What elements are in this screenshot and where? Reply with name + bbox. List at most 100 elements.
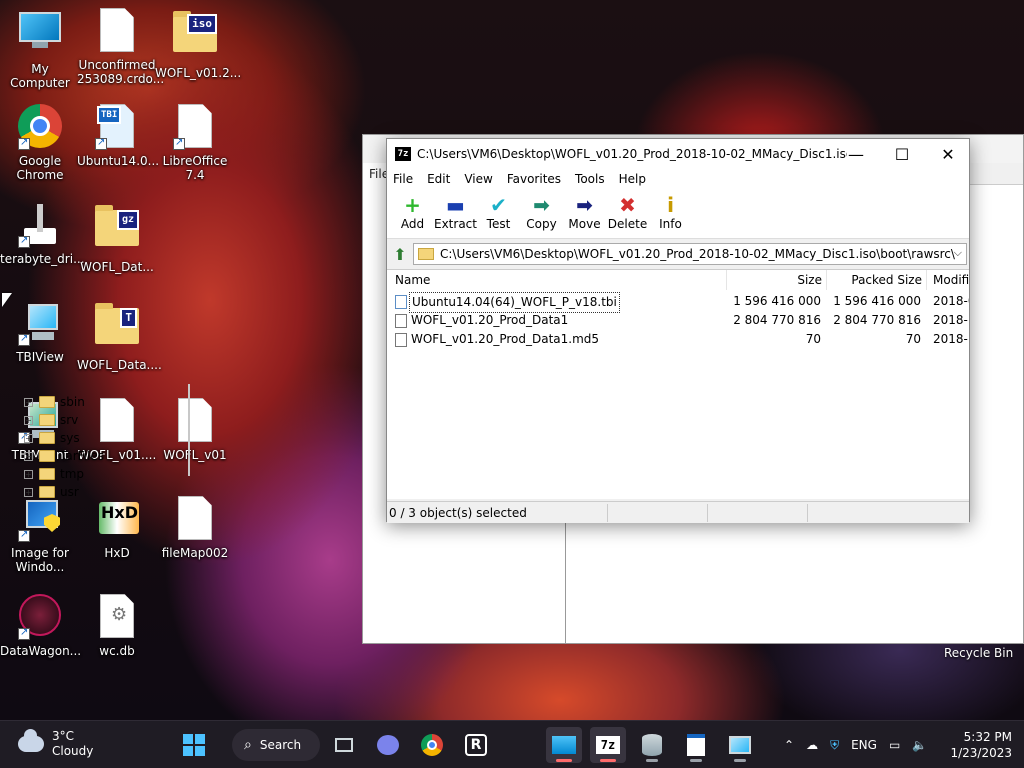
file-modified: 2018-0 — [933, 294, 969, 308]
delete-button[interactable]: ✖ Delete — [606, 189, 649, 238]
column-header-name[interactable]: Name — [387, 270, 727, 290]
weather-description: Cloudy — [52, 744, 94, 758]
tree-item[interactable]: + tmp — [24, 465, 194, 483]
weather-widget[interactable]: 3°C Cloudy — [18, 729, 93, 759]
add-button[interactable]: + Add — [391, 189, 434, 238]
expand-icon[interactable]: + — [24, 397, 33, 407]
info-button[interactable]: i Info — [649, 189, 692, 238]
file-row[interactable]: WOFL_v01.20_Prod_Data1 2 804 770 816 2 8… — [387, 311, 969, 330]
menu-help[interactable]: Help — [619, 172, 646, 186]
tbiview-taskbar-button[interactable] — [722, 727, 758, 763]
copy-button[interactable]: ➡ Copy — [520, 189, 563, 238]
menu-tools[interactable]: Tools — [575, 172, 605, 186]
tree-item[interactable]: + srv — [24, 411, 194, 429]
cloud-sync-icon[interactable]: ☁ — [806, 738, 818, 752]
desktop-icon-datawagon[interactable]: DataWagon... — [0, 594, 81, 658]
desktop-icon-terabyte[interactable]: terabyte_dri... — [0, 202, 85, 266]
chevron-up-icon[interactable]: ⌃ — [784, 738, 794, 752]
database-taskbar-button[interactable] — [634, 727, 670, 763]
chrome-taskbar-button[interactable] — [414, 727, 450, 763]
r-app-taskbar-button[interactable]: R — [458, 727, 494, 763]
recycle-bin-label[interactable]: Recycle Bin — [944, 646, 1013, 660]
desktop-icon-tbiview[interactable]: TBIView — [0, 300, 80, 364]
7zip-taskbar-button[interactable]: 7z — [590, 727, 626, 763]
tree-item[interactable]: + TarFiles — [24, 447, 194, 465]
file-list[interactable]: Name Size Packed Size Modifi Ubuntu14.04… — [387, 269, 969, 499]
desktop-icon-wofl-dat-gz[interactable]: gz WOFL_Dat... — [77, 202, 157, 274]
extract-button[interactable]: ▬ Extract — [434, 189, 477, 238]
desktop-icon-label: TBIView — [16, 350, 64, 364]
test-icon: ✔ — [490, 193, 507, 217]
menu-view[interactable]: View — [464, 172, 492, 186]
status-bar: 0 / 3 object(s) selected — [387, 501, 969, 523]
desktop-icon-wofl-iso[interactable]: iso WOFL_v01.2... — [155, 8, 242, 80]
column-header-size[interactable]: Size — [727, 270, 827, 290]
shield-icon[interactable]: ⛨ — [830, 738, 839, 753]
desktop-icon-hxd[interactable]: HxD HxD — [77, 496, 157, 560]
7zip-window[interactable]: 7z C:\Users\VM6\Desktop\WOFL_v01.20_Prod… — [386, 138, 970, 523]
file-row[interactable]: Ubuntu14.04(64)_WOFL_P_v18.tbi 1 596 416… — [387, 292, 969, 313]
address-input[interactable]: C:\Users\VM6\Desktop\WOFL_v01.20_Prod_20… — [413, 243, 967, 265]
chevron-down-icon[interactable]: ⌵ — [954, 246, 962, 260]
mouse-cursor-icon — [2, 293, 12, 307]
clock[interactable]: 5:32 PM 1/23/2023 — [950, 729, 1012, 761]
desktop-icon-google-chrome[interactable]: Google Chrome — [0, 104, 80, 182]
tree-item[interactable]: + usr — [24, 483, 194, 501]
toolbar: + Add ▬ Extract ✔ Test ➡ Copy ➡ Move ✖ Delete … — [387, 189, 969, 239]
expand-icon[interactable]: + — [24, 487, 33, 497]
weather-temperature: 3°C — [52, 729, 75, 743]
desktop-icon-ubuntu-tbi[interactable]: TBI Ubuntu14.0... — [77, 104, 159, 168]
move-button[interactable]: ➡ Move — [563, 189, 606, 238]
datawagon-icon — [18, 594, 62, 640]
menu-file[interactable]: File — [393, 172, 413, 186]
task-view-button[interactable] — [326, 727, 362, 763]
teams-chat-button[interactable] — [370, 727, 406, 763]
up-folder-button[interactable]: ⬆ — [387, 242, 413, 266]
search-button[interactable]: ⌕ Search — [232, 729, 320, 761]
desktop-icon-label: Image for Windo... — [11, 546, 69, 574]
menu-edit[interactable]: Edit — [427, 172, 450, 186]
document-taskbar-button[interactable] — [678, 727, 714, 763]
desktop-icon-image-for-windows[interactable]: Image for Windo... — [0, 496, 80, 574]
start-button[interactable] — [176, 727, 212, 763]
task-view-icon — [335, 738, 353, 752]
column-header-packed-size[interactable]: Packed Size — [827, 270, 927, 290]
speaker-icon[interactable]: 🔈 — [912, 738, 927, 752]
archive-folder-icon: T — [95, 303, 139, 354]
language-indicator[interactable]: ENG — [851, 738, 877, 752]
desktop-icon-filemap002[interactable]: fileMap002 — [155, 496, 235, 560]
column-header-modified[interactable]: Modifi — [927, 270, 969, 290]
desktop-icon-wofl-data-t[interactable]: T WOFL_Data.... — [77, 300, 162, 372]
cloud-icon — [18, 729, 44, 752]
desktop-icon-wc-db[interactable]: ⚙ wc.db — [77, 594, 157, 658]
maximize-button[interactable]: ☐ — [879, 139, 925, 169]
tree-item[interactable]: + sys — [24, 429, 194, 447]
minimize-button[interactable]: — — [833, 139, 879, 169]
desktop-icon-label: WOFL_Dat... — [80, 260, 154, 274]
desktop-icon-my-computer[interactable]: My Computer — [0, 8, 80, 90]
menu-favorites[interactable]: Favorites — [507, 172, 561, 186]
display-icon[interactable]: ▭ — [889, 738, 900, 752]
delete-x-icon: ✖ — [619, 193, 636, 217]
close-button[interactable]: ✕ — [925, 139, 971, 169]
desktop-icon-unconfirmed[interactable]: Unconfirmed 253089.crdo... — [77, 8, 164, 86]
expand-icon[interactable]: + — [24, 451, 33, 461]
expand-icon[interactable]: + — [24, 469, 33, 479]
expand-icon[interactable]: + — [24, 415, 33, 425]
hxd-icon: HxD — [95, 496, 139, 542]
file-row[interactable]: WOFL_v01.20_Prod_Data1.md5 70 70 2018-1 — [387, 330, 969, 349]
r-app-icon: R — [465, 734, 487, 756]
info-icon: i — [667, 193, 674, 217]
explorer-taskbar-button[interactable] — [546, 727, 582, 763]
folder-tree: + sbin + srv + sys + TarFiles + tmp + usr — [24, 393, 194, 501]
tree-scrollbar[interactable] — [188, 384, 190, 476]
add-icon: + — [404, 193, 421, 217]
desktop-icon-label: WOFL_v01.2... — [155, 66, 242, 80]
desktop-icon-libreoffice[interactable]: LibreOffice 7.4 — [155, 104, 235, 182]
running-indicator — [690, 759, 702, 762]
7zip-titlebar[interactable]: 7z C:\Users\VM6\Desktop\WOFL_v01.20_Prod… — [387, 139, 969, 169]
test-button[interactable]: ✔ Test — [477, 189, 520, 238]
database-icon — [642, 734, 662, 756]
expand-icon[interactable]: + — [24, 433, 33, 443]
tree-item[interactable]: + sbin — [24, 393, 194, 411]
